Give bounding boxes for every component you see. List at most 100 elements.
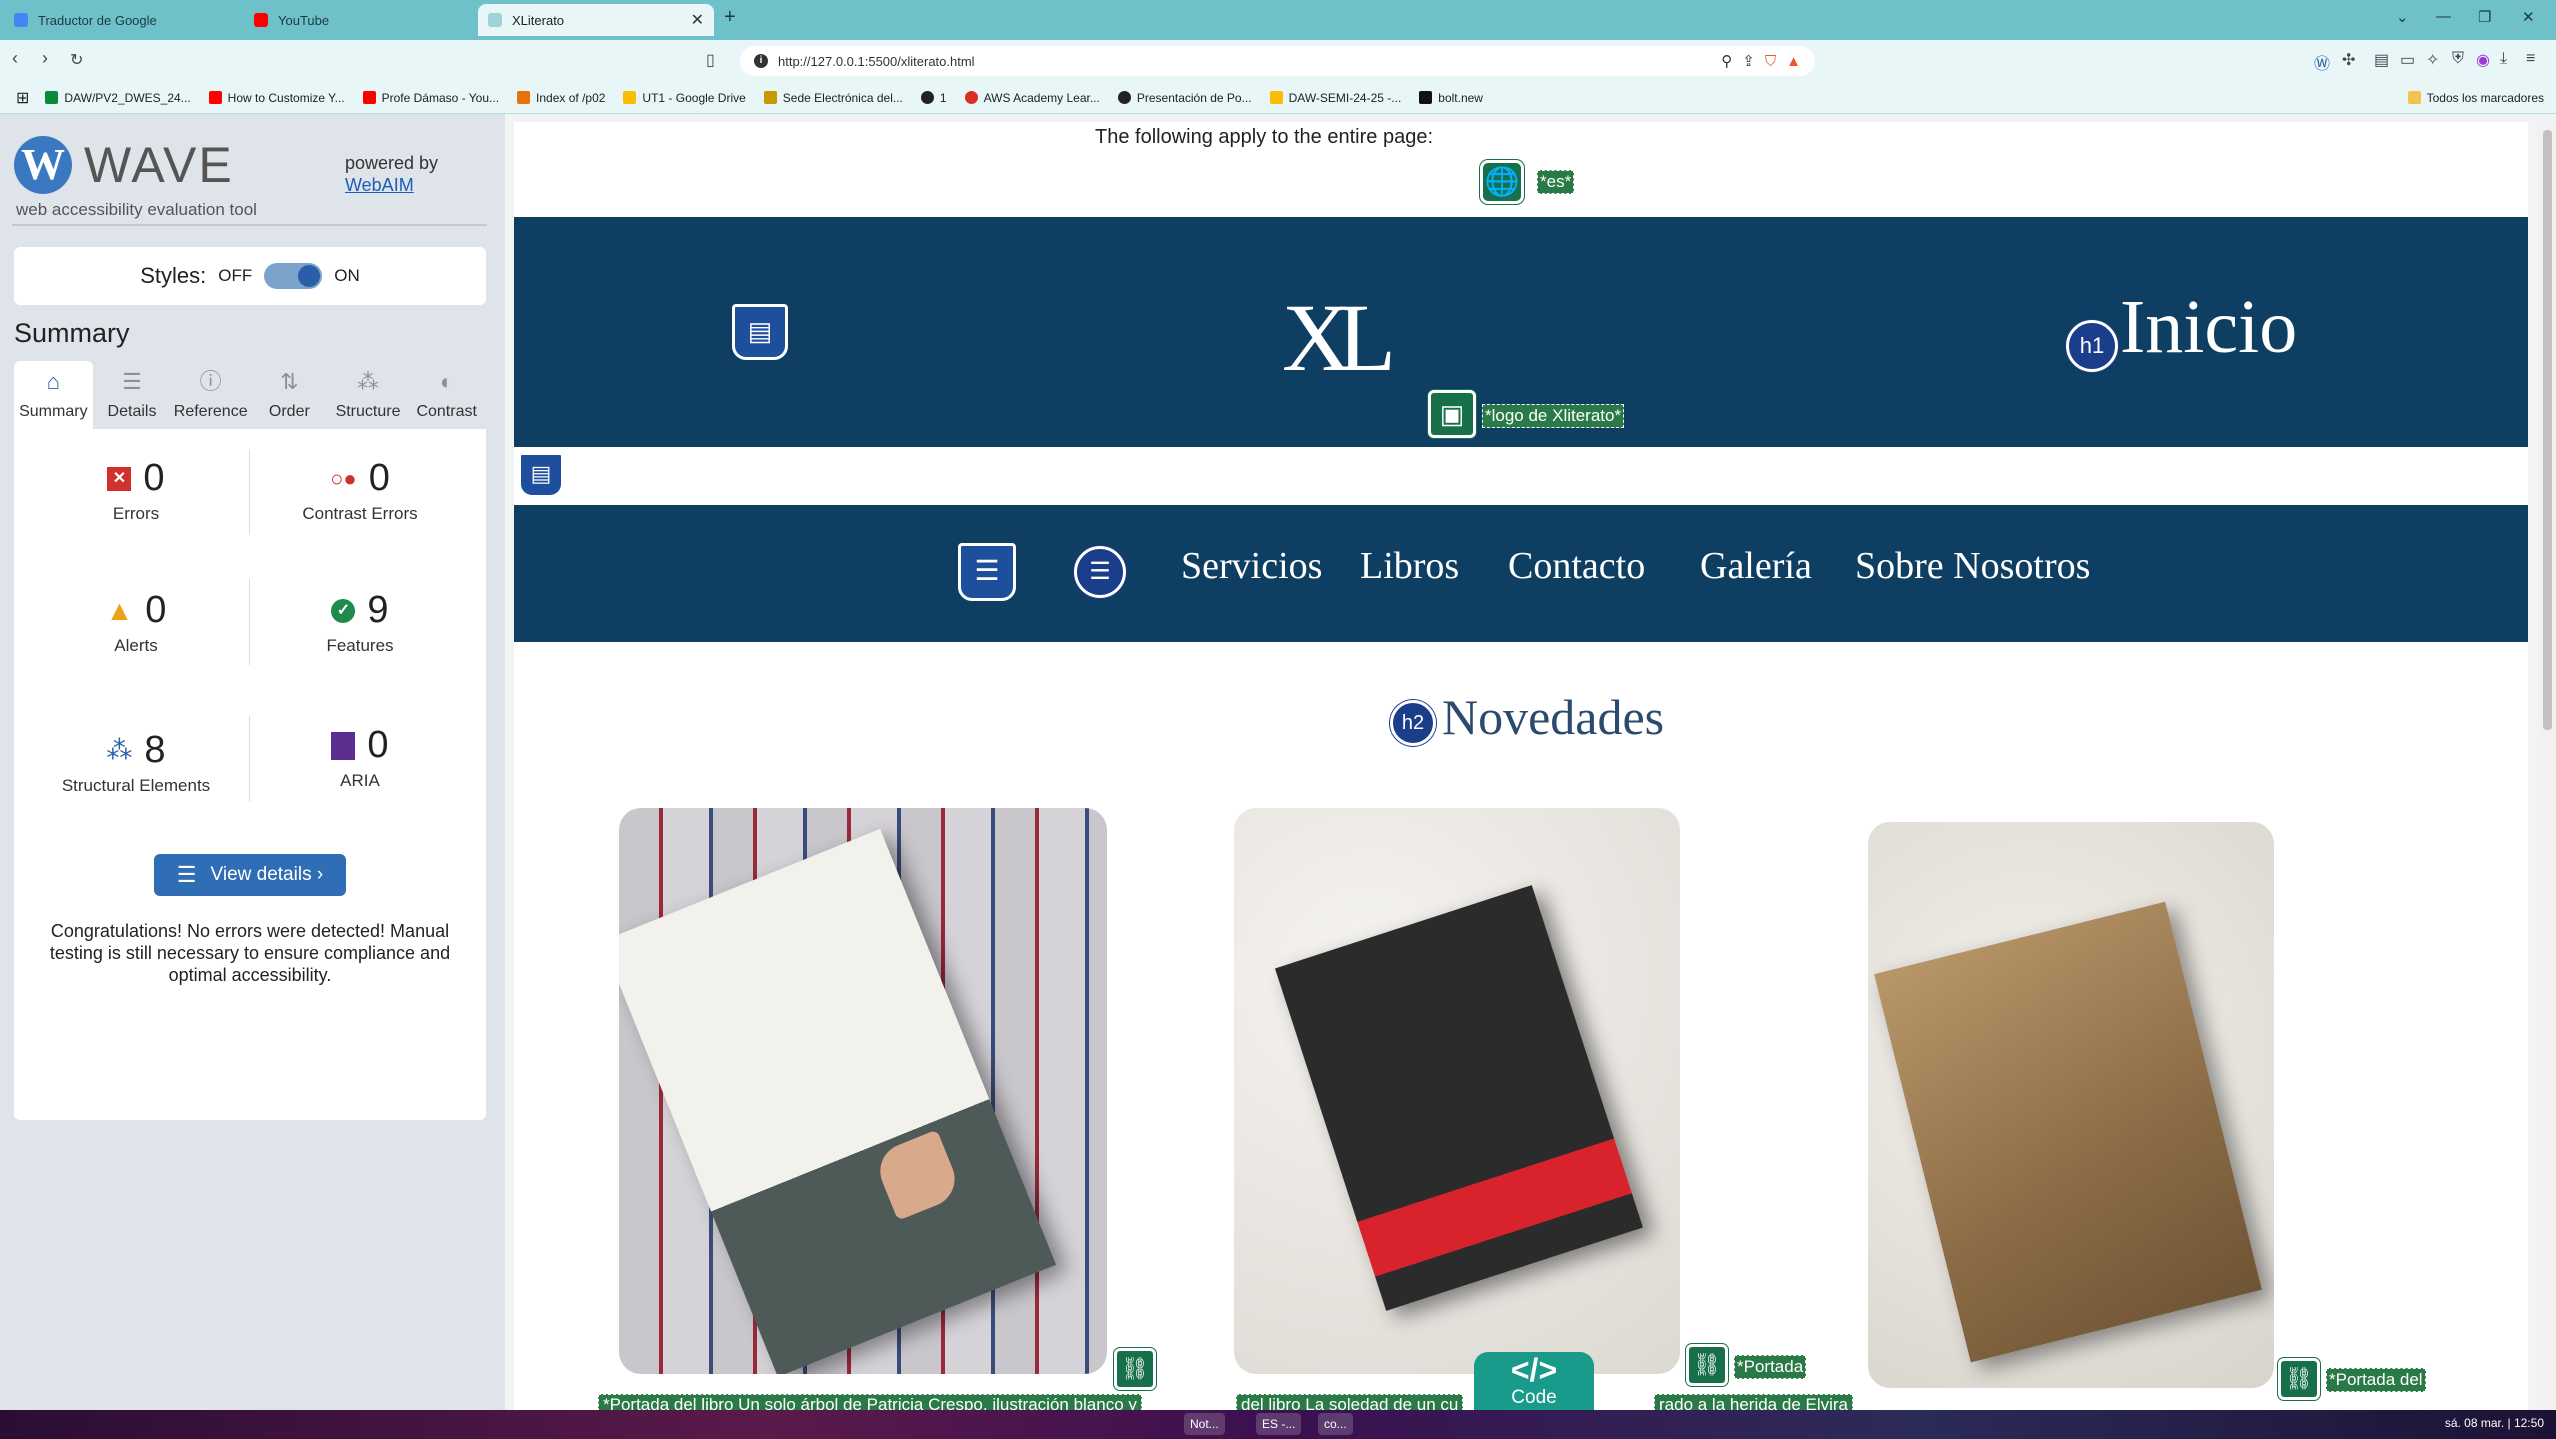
wallet-icon[interactable]: ▭ xyxy=(2400,50,2415,70)
header-landmark-icon[interactable]: ▤ xyxy=(732,304,788,360)
minimize-icon[interactable]: — xyxy=(2436,8,2451,25)
tab-youtube[interactable]: YouTube xyxy=(244,4,480,36)
reload-icon[interactable]: ↻ xyxy=(70,50,83,70)
tab-summary[interactable]: ⌂ Summary xyxy=(14,361,93,429)
forward-icon[interactable]: › xyxy=(42,48,48,69)
main-landmark-icon[interactable]: ▤ xyxy=(518,452,564,498)
bookmarks-bar: ⊞ DAW/PV2_DWES_24... How to Customize Y.… xyxy=(0,82,2556,114)
site-logo[interactable]: XL xyxy=(1282,282,1396,393)
nav-sobre-nosotros[interactable]: Sobre Nosotros xyxy=(1855,544,2090,588)
tab-reference[interactable]: ⓘ Reference xyxy=(171,361,251,429)
extensions-icon[interactable]: ✣ xyxy=(2342,50,2355,70)
contrast-count: 0 xyxy=(368,457,390,499)
list-badge-icon[interactable]: ☰ xyxy=(1074,546,1126,598)
new-tab-button[interactable]: + xyxy=(724,6,736,29)
h1-badge-icon[interactable]: h1 xyxy=(2066,320,2118,372)
site-info-icon[interactable]: i xyxy=(754,54,768,68)
bookmark-item[interactable]: Presentación de Po... xyxy=(1117,91,1252,105)
bookmark-favicon-icon xyxy=(45,91,59,104)
alerts-stat[interactable]: ▲ 0 Alerts xyxy=(26,589,246,656)
share-icon[interactable]: ⇪ xyxy=(1742,52,1755,70)
bookmark-item[interactable]: DAW/PV2_DWES_24... xyxy=(45,91,191,105)
profile-icon[interactable]: ◉ xyxy=(2476,50,2490,70)
link-icon[interactable]: ⛓ xyxy=(2278,1358,2320,1400)
bookmark-item[interactable]: bolt.new xyxy=(1419,91,1483,105)
language-globe-icon[interactable]: 🌐 xyxy=(1480,160,1524,204)
downloads-icon[interactable]: ⤓ xyxy=(2500,50,2507,68)
features-stat[interactable]: ✓ 9 Features xyxy=(250,589,470,656)
back-icon[interactable]: ‹ xyxy=(12,48,18,69)
vpn-icon[interactable]: ⛨ xyxy=(2452,50,2464,68)
scrollbar-thumb[interactable] xyxy=(2543,130,2552,730)
folder-icon xyxy=(2407,91,2421,104)
nav-contacto[interactable]: Contacto xyxy=(1508,544,1645,588)
bookmark-item[interactable]: AWS Academy Lear... xyxy=(964,91,1100,105)
url-text[interactable]: http://127.0.0.1:5500/xliterato.html xyxy=(778,54,975,69)
tab-google-translate[interactable]: Traductor de Google xyxy=(4,4,240,36)
link-icon[interactable]: ⛓ xyxy=(1686,1344,1728,1386)
taskbar-item-browser[interactable]: ES -... xyxy=(1256,1413,1302,1435)
bookmark-page-icon[interactable]: ▯ xyxy=(706,50,715,70)
h2-badge-icon[interactable]: h2 xyxy=(1390,700,1436,746)
powered-by-text: powered by xyxy=(345,153,439,173)
wave-extension-icon[interactable]: Ⓦ xyxy=(2314,50,2330,74)
sidebar-icon[interactable]: ▤ xyxy=(2374,50,2389,70)
tab-label: Reference xyxy=(173,403,248,420)
tab-structure[interactable]: ⁂ Structure xyxy=(328,361,408,429)
all-bookmarks-folder[interactable]: Todos los marcadores xyxy=(2407,91,2544,105)
tab-details[interactable]: ☰ Details xyxy=(92,361,172,429)
leo-ai-icon[interactable]: ✧ xyxy=(2426,50,2439,70)
book2-caption: del libro La soledad de un cu xyxy=(1236,1394,1464,1410)
errors-label: Errors xyxy=(112,504,160,523)
styles-label: Styles: xyxy=(140,263,207,288)
restore-icon[interactable]: ❐ xyxy=(2478,8,2491,26)
youtube-icon xyxy=(254,13,268,27)
close-window-icon[interactable]: ✕ xyxy=(2522,8,2535,26)
logo-alt-label: *logo de Xliterato* xyxy=(1482,404,1625,428)
bookmark-item[interactable]: DAW-SEMI-24-25 -... xyxy=(1269,91,1401,105)
book-cover-image[interactable] xyxy=(619,808,1107,1374)
menu-icon[interactable]: ≡ xyxy=(2526,50,2535,68)
close-tab-icon[interactable]: ✕ xyxy=(691,10,704,30)
bookmark-item[interactable]: Index of /p02 xyxy=(517,91,605,105)
taskbar-item-notion[interactable]: Not... xyxy=(1184,1413,1225,1435)
bookmark-item[interactable]: Sede Electrónica del... xyxy=(763,91,903,105)
image-alt-icon[interactable]: ▣ xyxy=(1428,390,1476,438)
apps-grid-icon[interactable]: ⊞ xyxy=(16,88,29,108)
taskbar-item-code[interactable]: co... xyxy=(1318,1413,1353,1435)
tab-search-icon[interactable]: ⌄ xyxy=(2396,8,2409,26)
code-button[interactable]: </> Code xyxy=(1474,1352,1594,1410)
brave-shield-icon[interactable]: ⛉ xyxy=(1765,53,1776,70)
address-bar[interactable]: i http://127.0.0.1:5500/xliterato.html ⚲… xyxy=(740,46,1815,76)
divider xyxy=(12,224,487,226)
book-cover-image[interactable] xyxy=(1868,822,2274,1388)
link-icon[interactable]: ⛓ xyxy=(1114,1348,1156,1390)
nav-galeria[interactable]: Galería xyxy=(1700,544,1812,588)
youtube-icon xyxy=(208,91,222,104)
tab-xliterato[interactable]: XLiterato ✕ xyxy=(478,4,714,36)
nav-libros[interactable]: Libros xyxy=(1360,544,1459,588)
os-taskbar: Not... ES -... co... sá. 08 mar. | 12:50 xyxy=(0,1410,2556,1439)
tab-order[interactable]: ⇅ Order xyxy=(250,361,329,429)
aria-stat[interactable]: 0 ARIA xyxy=(250,724,470,791)
nav-landmark-icon[interactable]: ☰ xyxy=(958,543,1016,601)
bookmark-label: bolt.new xyxy=(1438,90,1483,105)
bookmark-item[interactable]: Profe Dámaso - You... xyxy=(362,91,499,105)
brave-rewards-icon[interactable]: ▲ xyxy=(1786,53,1801,70)
structural-stat[interactable]: ⁂ 8 Structural Elements xyxy=(26,729,246,796)
styles-toggle[interactable] xyxy=(264,263,323,289)
book-cover-image[interactable] xyxy=(1234,808,1680,1374)
contrast-errors-stat[interactable]: ○● 0 Contrast Errors xyxy=(250,457,470,524)
tab-contrast[interactable]: ◐ Contrast xyxy=(407,361,487,429)
bookmark-item[interactable]: 1 xyxy=(920,91,947,105)
view-details-button[interactable]: ☰ View details › xyxy=(154,854,346,896)
errors-stat[interactable]: ✕ 0 Errors xyxy=(26,457,246,524)
nav-servicios[interactable]: Servicios xyxy=(1181,544,1322,588)
bookmark-item[interactable]: UT1 - Google Drive xyxy=(623,91,746,105)
bookmark-favicon-icon xyxy=(964,91,978,104)
webaim-link[interactable]: WebAIM xyxy=(345,175,414,195)
book-illustration xyxy=(1274,885,1644,1311)
zoom-icon[interactable]: ⚲ xyxy=(1721,52,1732,70)
bookmark-item[interactable]: How to Customize Y... xyxy=(208,91,345,105)
system-clock[interactable]: sá. 08 mar. | 12:50 xyxy=(2445,1416,2544,1430)
